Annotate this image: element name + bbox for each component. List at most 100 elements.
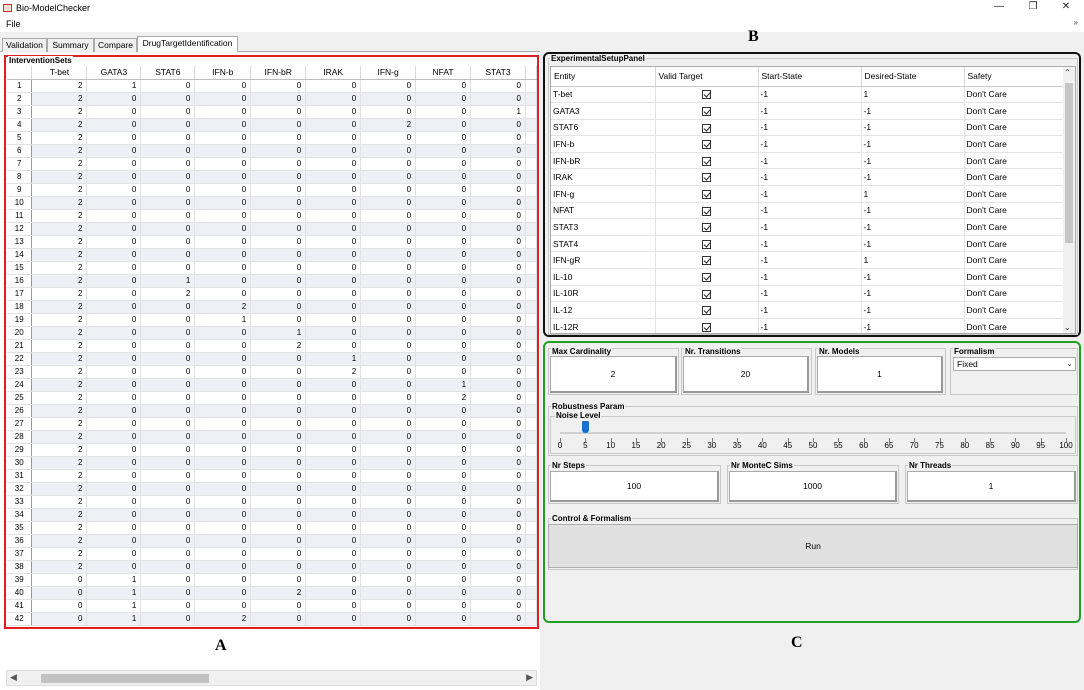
- table-cell[interactable]: -1: [758, 152, 862, 170]
- table-cell[interactable]: -1: [758, 135, 862, 153]
- valid-target-cell[interactable]: [655, 168, 759, 187]
- table-row[interactable]: 17 2 0 2 0 0 0 0 0 0: [7, 287, 537, 301]
- table-cell[interactable]: 0: [194, 118, 252, 132]
- table-cell[interactable]: 0: [86, 326, 142, 340]
- table-cell[interactable]: 0: [415, 274, 472, 288]
- run-button[interactable]: Run: [548, 524, 1078, 568]
- table-cell[interactable]: 0: [415, 469, 472, 483]
- table-cell[interactable]: 1: [470, 105, 526, 119]
- table-cell[interactable]: 0: [194, 157, 252, 171]
- table-cell[interactable]: 0: [470, 508, 526, 522]
- table-cell[interactable]: 0: [305, 560, 362, 574]
- table-cell[interactable]: 0: [250, 352, 307, 366]
- table-cell[interactable]: 0: [140, 391, 196, 405]
- table-cell[interactable]: STAT3: [551, 218, 656, 236]
- table-cell[interactable]: 0: [305, 573, 362, 587]
- table-row[interactable]: 38 2 0 0 0 0 0 0 0 0: [7, 560, 537, 574]
- table-cell[interactable]: 0: [305, 222, 362, 236]
- table-cell[interactable]: 0: [86, 417, 142, 431]
- table-cell[interactable]: 2: [250, 586, 307, 600]
- table-cell[interactable]: 0: [360, 521, 417, 535]
- table-cell[interactable]: 0: [360, 222, 417, 236]
- table-row[interactable]: 26 2 0 0 0 0 0 0 0 0: [7, 404, 537, 418]
- table-cell[interactable]: 0: [86, 339, 142, 353]
- table-cell[interactable]: 0: [194, 469, 252, 483]
- nr-threads-input[interactable]: 1: [907, 471, 1076, 502]
- nr-models-input[interactable]: 1: [817, 356, 943, 393]
- table-cell[interactable]: 0: [360, 469, 417, 483]
- table-cell[interactable]: 0: [305, 300, 362, 314]
- table-cell[interactable]: 2: [250, 339, 307, 353]
- valid-target-cell[interactable]: [655, 102, 759, 120]
- table-cell[interactable]: 0: [305, 391, 362, 405]
- table-cell[interactable]: Don't Care: [964, 285, 1068, 303]
- table-row[interactable]: IFN-bR -1 -1 Don't Care: [551, 152, 1068, 170]
- table-cell[interactable]: 0: [140, 469, 196, 483]
- table-cell[interactable]: 0: [86, 482, 142, 496]
- column-header[interactable]: Entity: [551, 67, 656, 87]
- table-row[interactable]: 34 2 0 0 0 0 0 0 0 0: [7, 508, 537, 522]
- table-cell[interactable]: 0: [194, 573, 252, 587]
- table-cell[interactable]: 0: [415, 92, 472, 106]
- valid-target-cell[interactable]: [655, 152, 759, 170]
- table-cell[interactable]: 0: [360, 248, 417, 262]
- table-cell[interactable]: 2: [31, 547, 88, 561]
- table-cell[interactable]: 0: [86, 352, 142, 366]
- table-cell[interactable]: 0: [305, 378, 362, 392]
- table-cell[interactable]: 0: [360, 391, 417, 405]
- table-cell[interactable]: 0: [470, 391, 526, 405]
- table-cell[interactable]: 0: [86, 222, 142, 236]
- table-row[interactable]: 31 2 0 0 0 0 0 0 0 0: [7, 469, 537, 483]
- table-cell[interactable]: 0: [86, 313, 142, 327]
- table-row[interactable]: 21 2 0 0 0 2 0 0 0 0: [7, 339, 537, 353]
- row-number[interactable]: 8: [7, 170, 33, 184]
- experimental-setup-table[interactable]: Entity Valid Target Start-State Desired-Sta…: [550, 66, 1076, 334]
- valid-target-cell[interactable]: [655, 301, 759, 319]
- row-number[interactable]: 31: [7, 469, 33, 483]
- table-cell[interactable]: -1: [861, 235, 965, 253]
- table-cell[interactable]: 0: [250, 222, 307, 236]
- intervention-sets-table[interactable]: T-bet GATA3 STAT6 IFN-b IFN-bR IRAK IFN-g NFAT S…: [7, 66, 537, 626]
- checkbox-checked[interactable]: [702, 306, 711, 316]
- table-cell[interactable]: 0: [305, 443, 362, 457]
- table-cell[interactable]: 0: [250, 469, 307, 483]
- table-cell[interactable]: 0: [194, 534, 252, 548]
- column-header[interactable]: IRAK: [305, 66, 362, 80]
- row-number[interactable]: 13: [7, 235, 33, 249]
- table-cell[interactable]: 0: [194, 547, 252, 561]
- table-row[interactable]: IFN-g -1 1 Don't Care: [551, 185, 1068, 203]
- table-cell[interactable]: 0: [194, 391, 252, 405]
- table-cell[interactable]: 0: [194, 326, 252, 340]
- table-cell[interactable]: 0: [470, 209, 526, 223]
- table-row[interactable]: 11 2 0 0 0 0 0 0 0 0: [7, 209, 537, 223]
- table-row[interactable]: 19 2 0 0 1 0 0 0 0 0: [7, 313, 537, 327]
- table-row[interactable]: 41 0 1 0 0 0 0 0 0 0: [7, 599, 537, 613]
- table-cell[interactable]: 0: [194, 248, 252, 262]
- table-cell[interactable]: 2: [140, 287, 196, 301]
- table-cell[interactable]: 0: [415, 209, 472, 223]
- table-cell[interactable]: 1: [861, 86, 965, 104]
- table-cell[interactable]: 0: [194, 235, 252, 249]
- table-cell[interactable]: Don't Care: [964, 301, 1068, 319]
- table-cell[interactable]: 0: [140, 495, 196, 509]
- table-cell[interactable]: 0: [140, 534, 196, 548]
- table-cell[interactable]: 0: [250, 170, 307, 184]
- column-header[interactable]: Desired-State: [861, 67, 965, 87]
- table-cell[interactable]: 0: [360, 326, 417, 340]
- table-row[interactable]: GATA3 -1 -1 Don't Care: [551, 102, 1068, 120]
- table-cell[interactable]: 0: [86, 196, 142, 210]
- table-cell[interactable]: 0: [305, 131, 362, 145]
- table-cell[interactable]: 0: [194, 261, 252, 275]
- table-cell[interactable]: 0: [470, 469, 526, 483]
- table-cell[interactable]: 0: [415, 573, 472, 587]
- scroll-left-icon[interactable]: ◀: [10, 672, 17, 683]
- table-row[interactable]: STAT3 -1 -1 Don't Care: [551, 218, 1068, 236]
- horizontal-scroll-thumb[interactable]: [41, 674, 209, 683]
- column-header[interactable]: IFN-b: [194, 66, 252, 80]
- row-number[interactable]: 12: [7, 222, 33, 236]
- table-row[interactable]: 32 2 0 0 0 0 0 0 0 0: [7, 482, 537, 496]
- table-cell[interactable]: 1: [86, 612, 142, 626]
- table-cell[interactable]: 0: [250, 443, 307, 457]
- checkbox-checked[interactable]: [702, 206, 711, 216]
- table-cell[interactable]: 0: [305, 92, 362, 106]
